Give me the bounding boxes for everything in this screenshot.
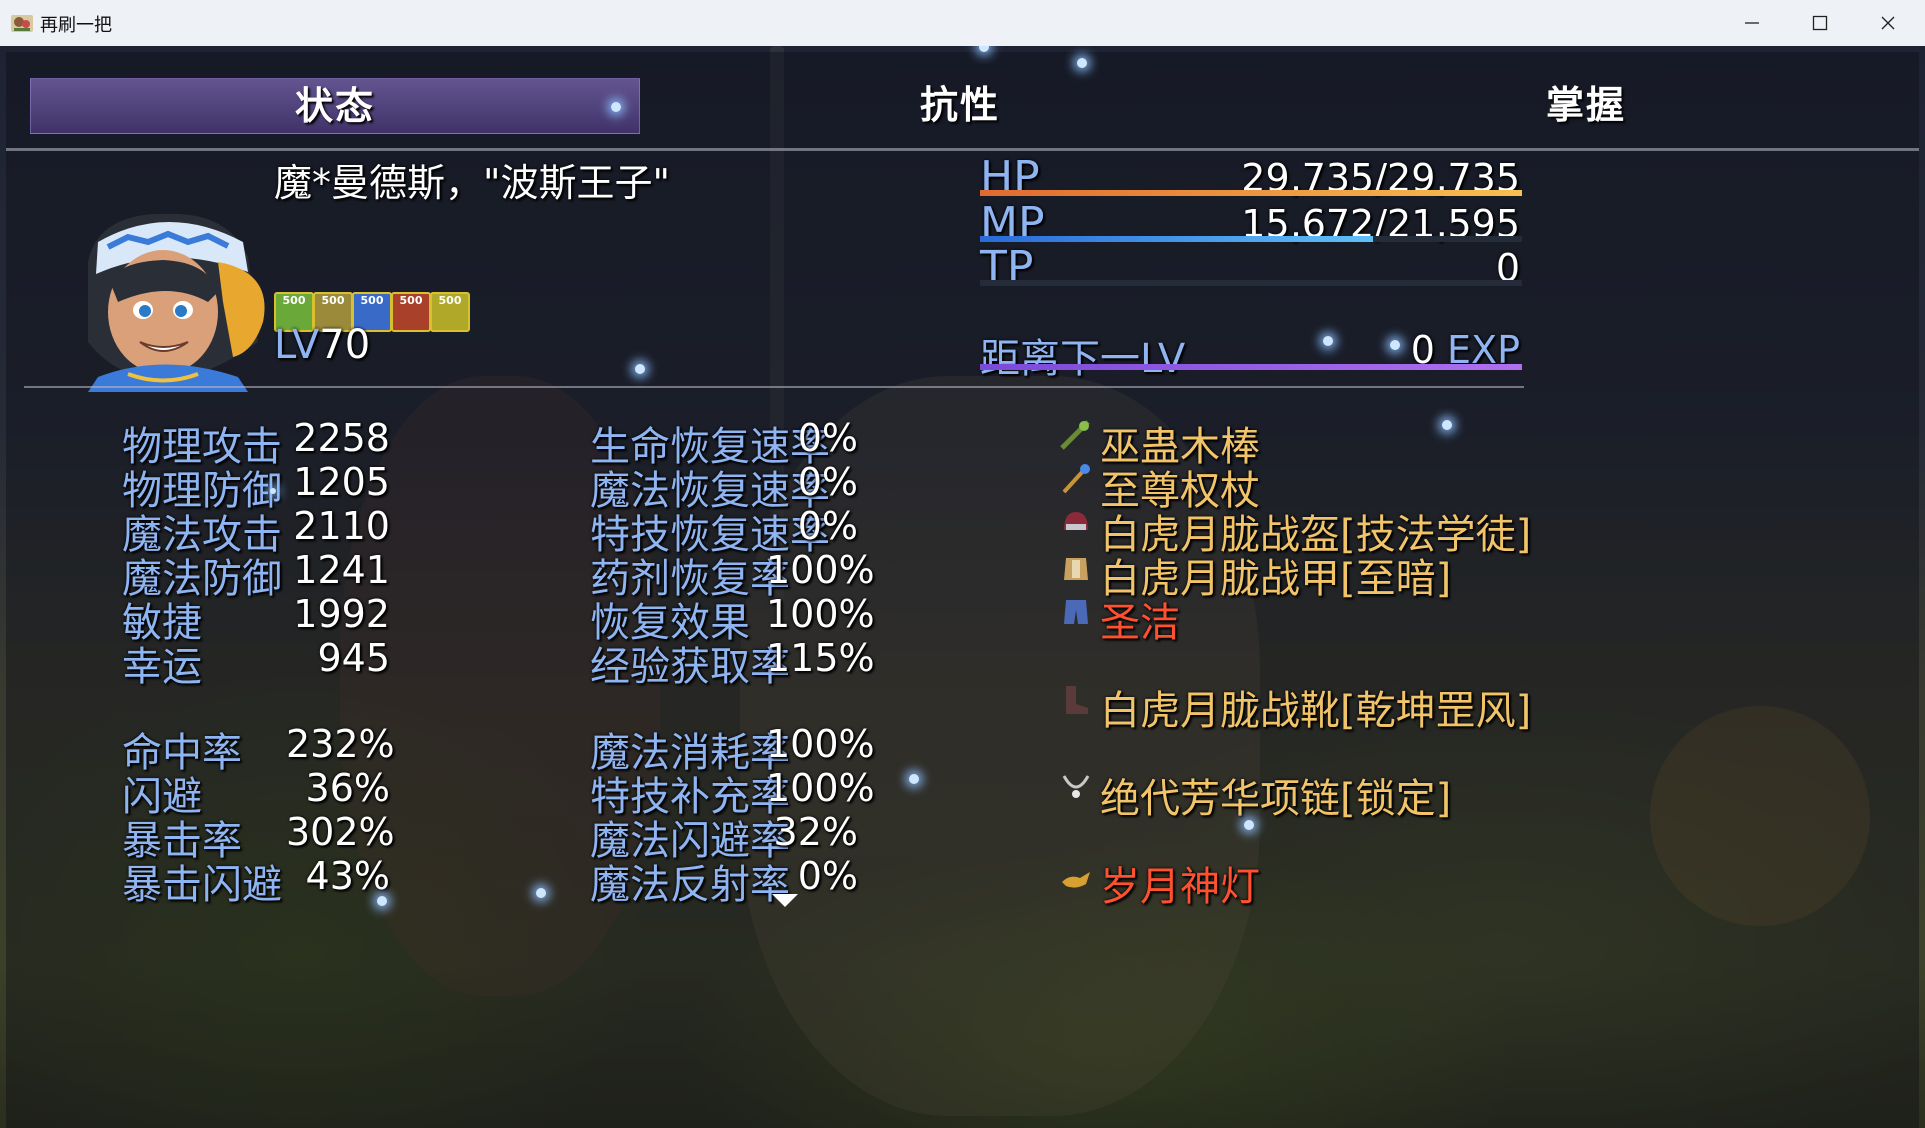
scepter-icon — [1062, 464, 1090, 494]
status-panel: 状态 抗性 掌握 魔*曼德斯，"波斯王子" 500 500 500 500 50… — [6, 52, 1919, 1128]
stat-value: 1205 — [293, 460, 390, 504]
title-bar: 再刷一把 — [0, 0, 1925, 46]
tab-divider — [6, 148, 1919, 151]
sparkle — [611, 102, 621, 112]
exp-label: 距离下一LV — [980, 336, 1186, 382]
game-canvas: 状态 抗性 掌握 魔*曼德斯，"波斯王子" 500 500 500 500 50… — [0, 46, 1925, 1128]
window-title: 再刷一把 — [40, 15, 112, 36]
character-portrait — [88, 213, 265, 392]
pants-icon — [1064, 600, 1088, 624]
red-buff-icon[interactable]: 500 — [391, 292, 431, 332]
necklace-icon — [1062, 775, 1090, 798]
yellow-buff-icon[interactable]: 500 — [430, 292, 470, 332]
maximize-icon — [1812, 15, 1828, 31]
minimize-button[interactable] — [1718, 0, 1786, 46]
game-window: 再刷一把 状态 抗性 掌握 魔*曼德斯，"波斯王子" 500 500 500 5… — [0, 0, 1925, 1128]
stat-value: 0% — [797, 504, 858, 548]
tab-mastery-label: 掌握 — [1545, 83, 1626, 127]
stat-label: 魔法反射率 — [590, 862, 790, 908]
stat-value: 1241 — [293, 548, 390, 592]
equipment-name[interactable]: 岁月神灯 — [1100, 854, 1260, 912]
stat-value: 32% — [773, 810, 858, 854]
character-name: 魔*曼德斯，"波斯王子" — [274, 161, 670, 205]
sparkle — [1323, 336, 1333, 346]
stat-value: 36% — [305, 766, 390, 810]
close-icon — [1881, 16, 1895, 30]
stat-value: 43% — [305, 854, 390, 898]
minimize-icon — [1745, 22, 1759, 24]
sparkle — [1390, 340, 1400, 350]
level-label: LV — [274, 322, 320, 368]
stat-value: 2258 — [293, 416, 390, 460]
more-down-arrow-icon[interactable] — [772, 894, 798, 908]
sparkle — [377, 896, 387, 906]
sparkle — [1244, 820, 1254, 830]
level-value: 70 — [319, 322, 371, 368]
close-button[interactable] — [1854, 0, 1922, 46]
sparkle — [270, 488, 276, 494]
level-display: LV70 — [274, 322, 370, 368]
stat-label: 经验获取率 — [590, 644, 790, 690]
stat-value: 0% — [797, 854, 858, 898]
stat-value: 945 — [317, 636, 390, 680]
tab-resistance[interactable]: 抗性 — [656, 78, 1264, 132]
tab-status[interactable]: 状态 — [30, 78, 640, 134]
stat-value: 115% — [766, 636, 875, 680]
magic-lamp-icon — [1062, 872, 1090, 888]
sparkle — [1077, 58, 1087, 68]
sparkle — [1442, 420, 1452, 430]
section-divider — [24, 386, 1524, 388]
wooden-staff-icon — [1060, 420, 1090, 450]
hp-bar-fill — [980, 190, 1522, 196]
exp-bar-fill — [980, 364, 1522, 370]
stat-value: 0% — [797, 416, 858, 460]
tp-bar-track — [980, 280, 1522, 286]
stat-value: 302% — [286, 810, 395, 854]
stat-value: 232% — [286, 722, 395, 766]
maximize-button[interactable] — [1786, 0, 1854, 46]
equipment-name[interactable]: 圣洁 — [1100, 590, 1180, 648]
sparkle — [635, 364, 645, 374]
sparkle — [536, 888, 546, 898]
helmet-icon — [1064, 512, 1088, 530]
mp-bar-fill — [980, 236, 1373, 242]
equipment-name[interactable]: 绝代芳华项链[锁定] — [1100, 766, 1451, 824]
stat-label: 暴击闪避 — [122, 862, 282, 908]
stat-value: 100% — [766, 548, 875, 592]
boots-icon — [1066, 686, 1088, 714]
stat-value: 100% — [766, 722, 875, 766]
sparkle — [909, 774, 919, 784]
stat-value: 1992 — [293, 592, 390, 636]
armor-icon — [1064, 558, 1088, 580]
stat-value: 2110 — [293, 504, 390, 548]
tab-status-label: 状态 — [294, 84, 375, 128]
equipment-name[interactable]: 白虎月胧战靴[乾坤罡风] — [1100, 678, 1531, 736]
stat-label: 幸运 — [122, 644, 202, 690]
stat-value: 100% — [766, 766, 875, 810]
tab-resistance-label: 抗性 — [919, 83, 1000, 127]
app-icon — [11, 15, 33, 32]
tab-mastery[interactable]: 掌握 — [1282, 78, 1890, 132]
stat-value: 100% — [766, 592, 875, 636]
stat-value: 0% — [797, 460, 858, 504]
